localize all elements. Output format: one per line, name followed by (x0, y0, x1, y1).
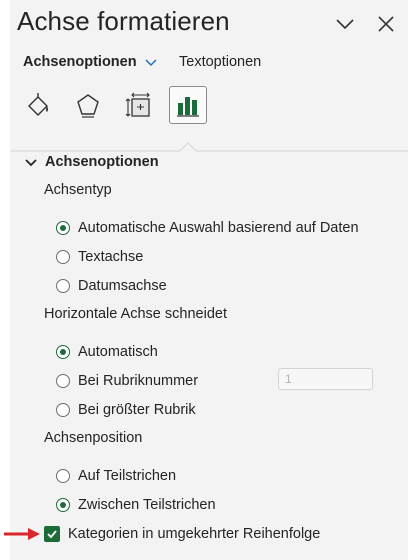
chevron-down-icon (145, 59, 157, 67)
radio-at-category-number[interactable]: Bei Rubriknummer (56, 371, 198, 391)
section-collapse-button[interactable] (24, 156, 38, 170)
chevron-down-icon (25, 159, 37, 167)
option-label: Zwischen Teilstrichen (78, 497, 216, 513)
category-number-input[interactable] (278, 368, 373, 390)
reverse-order-checkbox[interactable]: Kategorien in umgekehrter Reihenfolge (44, 524, 320, 544)
option-label: Auf Teilstrichen (78, 468, 177, 484)
option-label: Automatisch (78, 344, 158, 360)
close-pane-button[interactable] (376, 14, 396, 34)
radio-at-maximum-category[interactable]: Bei größter Rubrik (56, 400, 196, 420)
radio-indicator (56, 345, 70, 359)
option-label: Bei Rubriknummer (78, 373, 199, 389)
option-label: Bei größter Rubrik (78, 402, 196, 418)
radio-on-tick-marks[interactable]: Auf Teilstrichen (56, 466, 176, 486)
collapse-pane-button[interactable] (335, 14, 355, 34)
radio-indicator (56, 469, 70, 483)
radio-date-axis[interactable]: Datumsachse (56, 276, 167, 296)
radio-indicator (56, 498, 70, 512)
pane-title: Achse formatieren (17, 6, 230, 36)
radio-between-tick-marks[interactable]: Zwischen Teilstrichen (56, 495, 216, 515)
option-label: Textachse (78, 249, 144, 265)
fill-line-tab[interactable] (19, 86, 57, 124)
radio-automatic-selection[interactable]: Automatische Auswahl basierend auf Daten (56, 218, 359, 238)
axis-position-label: Achsenposition (44, 430, 143, 446)
size-properties-icon (125, 92, 150, 117)
tab-indicator-line (10, 140, 408, 152)
axis-options-bar-chart-icon (177, 97, 199, 117)
radio-text-axis[interactable]: Textachse (56, 247, 143, 267)
radio-crosses-automatic[interactable]: Automatisch (56, 342, 158, 362)
effects-pentagon-icon (77, 94, 99, 118)
section-title: Achsenoptionen (45, 154, 159, 170)
radio-indicator (56, 403, 70, 417)
chevron-down-icon (336, 19, 354, 30)
option-label: Datumsachse (78, 278, 167, 294)
radio-indicator (56, 279, 70, 293)
effects-tab[interactable] (69, 86, 107, 124)
crosses-label: Horizontale Achse schneidet (44, 306, 227, 322)
radio-indicator (56, 250, 70, 264)
axis-type-label: Achsentyp (44, 182, 112, 198)
checkbox-indicator (44, 526, 60, 542)
size-properties-tab[interactable] (120, 86, 158, 124)
annotation-arrow-icon (4, 528, 40, 540)
axis-options-tab[interactable] (169, 86, 207, 124)
radio-indicator (56, 374, 70, 388)
tab-textoptionen[interactable]: Textoptionen (179, 54, 261, 70)
checkmark-icon (47, 530, 57, 539)
close-icon (378, 16, 394, 32)
option-label: Automatische Auswahl basierend auf Daten (78, 220, 359, 236)
tab-dropdown-button[interactable] (144, 56, 158, 70)
fill-line-icon (28, 93, 48, 116)
radio-indicator (56, 221, 70, 235)
tab-achsenoptionen[interactable]: Achsenoptionen (23, 54, 137, 70)
reverse-order-label: Kategorien in umgekehrter Reihenfolge (68, 526, 321, 542)
